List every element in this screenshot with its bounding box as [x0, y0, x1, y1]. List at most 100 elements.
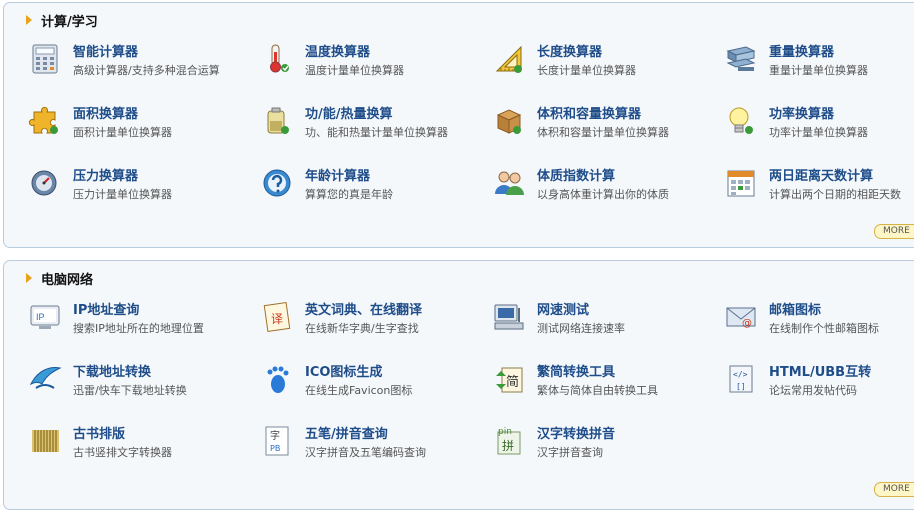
svg-text:简: 简 — [506, 374, 519, 390]
tool-name-link[interactable]: 古书排版 — [73, 426, 172, 443]
tool-item[interactable]: 简 繁简转换工具繁体与简体自由转换工具 — [492, 362, 658, 402]
tool-item[interactable]: 压力换算器 压力计量单位换算器 — [28, 166, 172, 206]
svg-text:字: 字 — [270, 429, 280, 442]
tool-text: 功率换算器功率计量单位换算器 — [769, 104, 868, 140]
triangle-bullet-icon — [26, 15, 32, 25]
tool-description: 繁体与简体自由转换工具 — [537, 384, 658, 397]
tool-item[interactable]: IP IP地址查询 搜索IP地址所在的地理位置 — [28, 300, 204, 340]
tool-description: 在线新华字典/生字查找 — [305, 322, 419, 335]
tool-item[interactable]: 字 PB 五笔/拼音查询汉字拼音及五笔编码查询 — [260, 424, 426, 464]
users-icon — [492, 166, 526, 200]
tool-name-link[interactable]: 年龄计算器 — [305, 168, 393, 185]
tool-name-link[interactable]: 功/能/热量换算 — [305, 106, 448, 123]
tool-name-link[interactable]: 繁简转换工具 — [537, 364, 658, 381]
tool-item[interactable]: 两日距离天数计算 计算出两个日期的相距天数 — [724, 166, 901, 206]
tool-text: 年龄计算器算算您的真是年龄 — [305, 166, 393, 202]
tool-name-link[interactable]: 体质指数计算 — [537, 168, 669, 185]
tool-name-link[interactable]: 功率换算器 — [769, 106, 868, 123]
svg-text:</>: </> — [733, 370, 748, 379]
tool-description: 重量计量单位换算器 — [769, 64, 868, 77]
section-title: 电脑网络 — [26, 270, 93, 288]
download-bird-icon — [28, 362, 62, 396]
tool-name-link[interactable]: 下载地址转换 — [73, 364, 187, 381]
tool-text: 温度换算器温度计量单位换算器 — [305, 42, 404, 78]
tool-name-link[interactable]: 邮箱图标 — [769, 302, 879, 319]
tool-name-link[interactable]: ICO图标生成 — [305, 364, 412, 381]
tool-item[interactable]: 网速测试测试网络连接速率 — [492, 300, 625, 340]
tool-description: 在线生成Favicon图标 — [305, 384, 413, 397]
tool-name-link[interactable]: 智能计算器 — [73, 44, 220, 61]
tool-item[interactable]: 智能计算器高级计算器/支持多种混合运算 — [28, 42, 220, 82]
tool-description: 迅雷/快车下载地址转换 — [73, 384, 187, 397]
tool-item[interactable]: 古书排版 古书竖排文字转换器 — [28, 424, 172, 464]
tool-item[interactable]: 面积换算器 面积计量单位换算器 — [28, 104, 172, 144]
tool-description: 测试网络连接速率 — [537, 322, 625, 335]
pinyin-icon: pin 拼 — [492, 424, 526, 458]
tool-description: 汉字拼音查询 — [537, 446, 603, 459]
tool-item[interactable]: 温度换算器温度计量单位换算器 — [260, 42, 404, 82]
tool-text: 邮箱图标 在线制作个性邮箱图标 — [769, 300, 879, 336]
tool-text: 古书排版 古书竖排文字转换器 — [73, 424, 172, 460]
code-convert-icon: </> [] — [724, 362, 758, 396]
tool-text: 繁简转换工具繁体与简体自由转换工具 — [537, 362, 658, 398]
tool-description: 以身高体重计算出你的体质 — [537, 188, 669, 201]
tool-item[interactable]: 体积和容量换算器 体积和容量计量单位换算器 — [492, 104, 669, 144]
tool-item[interactable]: pin 拼 汉字转换拼音汉字拼音查询 — [492, 424, 615, 464]
tool-item[interactable]: 年龄计算器算算您的真是年龄 — [260, 166, 393, 206]
footprint-icon — [260, 362, 294, 396]
tool-item[interactable]: 功/能/热量换算功、能和热量计量单位换算器 — [260, 104, 448, 144]
tool-item[interactable]: 功率换算器功率计量单位换算器 — [724, 104, 868, 144]
tool-item[interactable]: 译 英文词典、在线翻译 在线新华字典/生字查找 — [260, 300, 422, 340]
tool-item[interactable]: ICO图标生成在线生成Favicon图标 — [260, 362, 412, 402]
tool-name-link[interactable]: 五笔/拼音查询 — [305, 426, 426, 443]
tool-text: 面积换算器 面积计量单位换算器 — [73, 104, 172, 140]
tool-item[interactable]: 体质指数计算以身高体重计算出你的体质 — [492, 166, 669, 206]
ruler-triangle-icon — [492, 42, 526, 76]
tool-name-link[interactable]: 汉字转换拼音 — [537, 426, 615, 443]
tool-text: 两日距离天数计算 计算出两个日期的相距天数 — [769, 166, 901, 202]
more-button[interactable]: MORE — [874, 224, 914, 239]
tool-name-link[interactable]: 温度换算器 — [305, 44, 404, 61]
svg-text:IP: IP — [36, 312, 45, 322]
tool-description: 温度计量单位换算器 — [305, 64, 404, 77]
tool-description: 高级计算器/支持多种混合运算 — [73, 64, 220, 77]
triangle-bullet-icon — [26, 273, 32, 283]
tool-description: 汉字拼音及五笔编码查询 — [305, 446, 426, 459]
tool-item[interactable]: </> [] HTML/UBB互转 论坛常用发帖代码 — [724, 362, 871, 402]
tool-description: 算算您的真是年龄 — [305, 188, 393, 201]
tool-text: 重量换算器重量计量单位换算器 — [769, 42, 868, 78]
tool-text: 下载地址转换迅雷/快车下载地址转换 — [73, 362, 187, 398]
calendar-icon — [724, 166, 758, 200]
tool-item[interactable]: 重量换算器重量计量单位换算器 — [724, 42, 868, 82]
tool-description: 功率计量单位换算器 — [769, 126, 868, 139]
tool-name-link[interactable]: 压力换算器 — [73, 168, 172, 185]
svg-text:PB: PB — [270, 444, 280, 453]
tool-text: 五笔/拼音查询汉字拼音及五笔编码查询 — [305, 424, 426, 460]
email-icon: @ — [724, 300, 758, 334]
box-icon — [492, 104, 526, 138]
tool-name-link[interactable]: 英文词典、在线翻译 — [305, 302, 422, 319]
tool-item[interactable]: 下载地址转换迅雷/快车下载地址转换 — [28, 362, 187, 402]
tool-text: 汉字转换拼音汉字拼音查询 — [537, 424, 615, 460]
tool-name-link[interactable]: HTML/UBB互转 — [769, 364, 871, 381]
bamboo-book-icon — [28, 424, 62, 458]
tool-item[interactable]: 长度换算器 长度计量单位换算器 — [492, 42, 636, 82]
section-title: 计算/学习 — [26, 12, 98, 30]
puzzle-icon — [28, 104, 62, 138]
tool-name-link[interactable]: 两日距离天数计算 — [769, 168, 901, 185]
tool-name-link[interactable]: 面积换算器 — [73, 106, 172, 123]
network-computer-icon — [492, 300, 526, 334]
tool-text: HTML/UBB互转 论坛常用发帖代码 — [769, 362, 871, 398]
svg-text:拼: 拼 — [502, 439, 514, 453]
calculator-icon — [28, 42, 62, 76]
tool-name-link[interactable]: 体积和容量换算器 — [537, 106, 669, 123]
tool-name-link[interactable]: 重量换算器 — [769, 44, 868, 61]
tool-name-link[interactable]: 网速测试 — [537, 302, 625, 319]
tool-text: 网速测试测试网络连接速率 — [537, 300, 625, 336]
tool-name-link[interactable]: 长度换算器 — [537, 44, 636, 61]
tool-text: ICO图标生成在线生成Favicon图标 — [305, 362, 412, 398]
tool-description: 功、能和热量计量单位换算器 — [305, 126, 448, 139]
tool-name-link[interactable]: IP地址查询 — [73, 302, 204, 319]
lightbulb-icon — [724, 104, 758, 138]
tool-item[interactable]: @ 邮箱图标 在线制作个性邮箱图标 — [724, 300, 879, 340]
